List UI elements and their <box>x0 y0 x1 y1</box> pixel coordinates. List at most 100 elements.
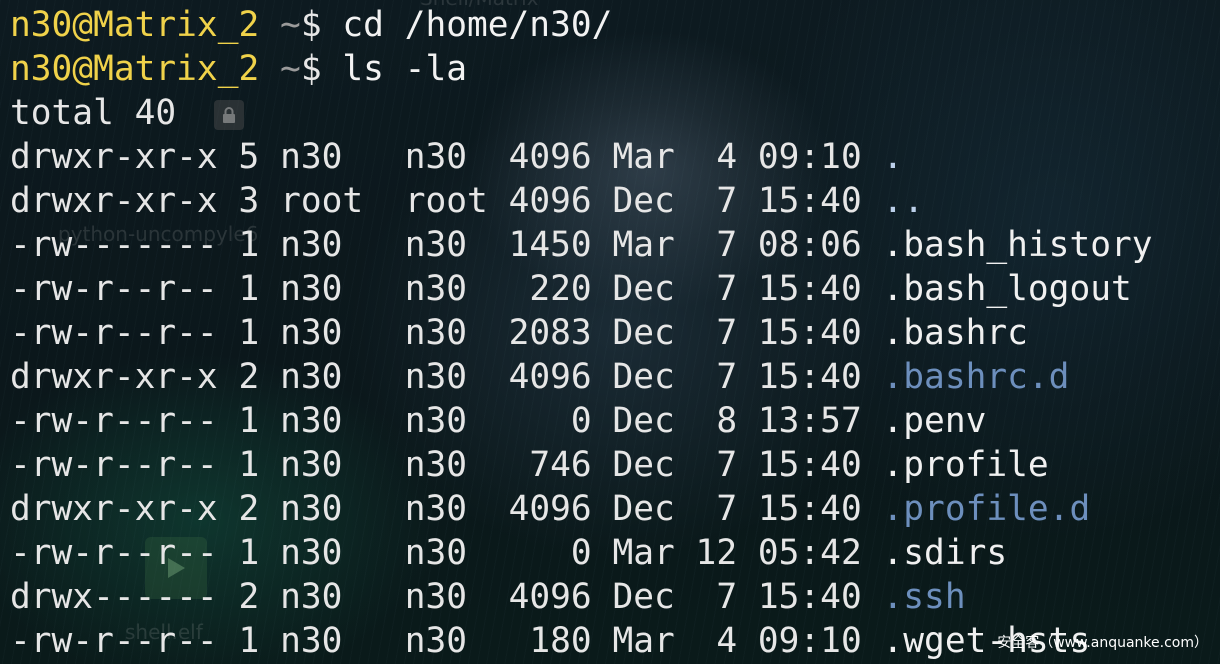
column-gap <box>218 621 239 661</box>
entry-time: 15:40 <box>757 577 862 617</box>
entry-day: 4 <box>695 137 738 177</box>
column-gap <box>259 313 280 353</box>
column-gap <box>737 445 758 485</box>
command-text: ls -la <box>342 49 467 89</box>
column-gap <box>259 401 280 441</box>
entry-day: 7 <box>695 269 738 309</box>
entry-group: n30 <box>404 577 488 617</box>
column-gap <box>675 577 696 617</box>
column-gap <box>737 313 758 353</box>
entry-name: .ssh <box>882 577 966 617</box>
entry-perms: -rw------- <box>10 225 218 265</box>
listing-row: -rw-r--r-- 1 n30 n30 2083 Dec 7 15:40 .b… <box>10 311 1153 355</box>
column-gap <box>737 357 758 397</box>
column-gap <box>363 577 405 617</box>
entry-name: .bash_history <box>882 225 1153 265</box>
listing-row: -rw-r--r-- 1 n30 n30 180 Mar 4 09:10 .wg… <box>10 619 1153 663</box>
listing-row: drwxr-xr-x 3 root root 4096 Dec 7 15:40 … <box>10 179 1153 223</box>
entry-name: .. <box>882 181 925 221</box>
entry-month: Dec <box>612 269 675 309</box>
entry-group: n30 <box>404 269 488 309</box>
entry-links: 1 <box>238 225 260 265</box>
column-gap <box>218 225 239 265</box>
terminal-output[interactable]: n30@Matrix_2 ~$ cd /home/n30/ n30@Matrix… <box>10 3 1153 663</box>
entry-links: 1 <box>238 269 260 309</box>
entry-time: 15:40 <box>757 357 862 397</box>
entry-day: 7 <box>695 225 738 265</box>
column-gap <box>488 357 509 397</box>
entry-owner: n30 <box>280 357 364 397</box>
entry-month: Dec <box>612 357 675 397</box>
column-gap <box>218 137 239 177</box>
entry-links: 2 <box>238 357 260 397</box>
column-gap <box>259 445 280 485</box>
entry-group: n30 <box>404 533 488 573</box>
entry-name: . <box>882 137 904 177</box>
column-gap <box>592 137 613 177</box>
column-gap <box>862 577 883 617</box>
entry-time: 09:10 <box>757 137 862 177</box>
column-gap <box>737 577 758 617</box>
column-gap <box>592 313 613 353</box>
column-gap <box>218 313 239 353</box>
entry-perms: drwxr-xr-x <box>10 137 218 177</box>
prompt-symbol: $ <box>300 49 322 89</box>
command-line-cd: n30@Matrix_2 ~$ cd /home/n30/ <box>10 3 1153 47</box>
entry-name: .sdirs <box>882 533 1008 573</box>
entry-name: .profile.d <box>882 489 1091 529</box>
column-gap <box>259 181 280 221</box>
column-gap <box>737 489 758 529</box>
column-gap <box>259 225 280 265</box>
entry-group: root <box>404 181 488 221</box>
column-gap <box>675 137 696 177</box>
column-gap <box>592 577 613 617</box>
entry-group: n30 <box>404 621 488 661</box>
entry-month: Dec <box>612 401 675 441</box>
watermark-text: 安全客（www.anquanke.com） <box>997 635 1208 651</box>
listing-row: drwxr-xr-x 2 n30 n30 4096 Dec 7 15:40 .p… <box>10 487 1153 531</box>
column-gap <box>218 269 239 309</box>
listing-row: -rw-r--r-- 1 n30 n30 0 Dec 8 13:57 .penv <box>10 399 1153 443</box>
column-gap <box>363 313 405 353</box>
entry-group: n30 <box>404 357 488 397</box>
entry-links: 3 <box>238 181 260 221</box>
entry-perms: -rw-r--r-- <box>10 313 218 353</box>
column-gap <box>592 401 613 441</box>
column-gap <box>363 181 405 221</box>
column-gap <box>488 401 509 441</box>
column-gap <box>488 445 509 485</box>
entry-size: 746 <box>508 445 592 485</box>
listing-row: drwxr-xr-x 2 n30 n30 4096 Dec 7 15:40 .b… <box>10 355 1153 399</box>
entry-links: 1 <box>238 445 260 485</box>
column-gap <box>218 401 239 441</box>
column-gap <box>592 269 613 309</box>
entry-size: 220 <box>508 269 592 309</box>
column-gap <box>862 225 883 265</box>
entry-time: 15:40 <box>757 269 862 309</box>
command-line-ls: n30@Matrix_2 ~$ ls -la <box>10 47 1153 91</box>
entry-owner: n30 <box>280 577 364 617</box>
entry-owner: root <box>280 181 364 221</box>
entry-month: Mar <box>612 137 675 177</box>
entry-perms: -rw-r--r-- <box>10 621 218 661</box>
column-gap <box>862 313 883 353</box>
column-gap <box>259 577 280 617</box>
column-gap <box>862 269 883 309</box>
column-gap <box>862 489 883 529</box>
entry-time: 09:10 <box>757 621 862 661</box>
column-gap <box>363 489 405 529</box>
entry-perms: drwx------ <box>10 577 218 617</box>
entry-day: 4 <box>695 621 738 661</box>
entry-owner: n30 <box>280 313 364 353</box>
entry-name: .profile <box>882 445 1049 485</box>
entry-day: 7 <box>695 577 738 617</box>
entry-owner: n30 <box>280 533 364 573</box>
column-gap <box>363 621 405 661</box>
prompt-symbol: $ <box>300 5 322 45</box>
entry-day: 7 <box>695 489 738 529</box>
column-gap <box>675 489 696 529</box>
column-gap <box>862 445 883 485</box>
column-gap <box>488 313 509 353</box>
column-gap <box>737 269 758 309</box>
column-gap <box>737 181 758 221</box>
